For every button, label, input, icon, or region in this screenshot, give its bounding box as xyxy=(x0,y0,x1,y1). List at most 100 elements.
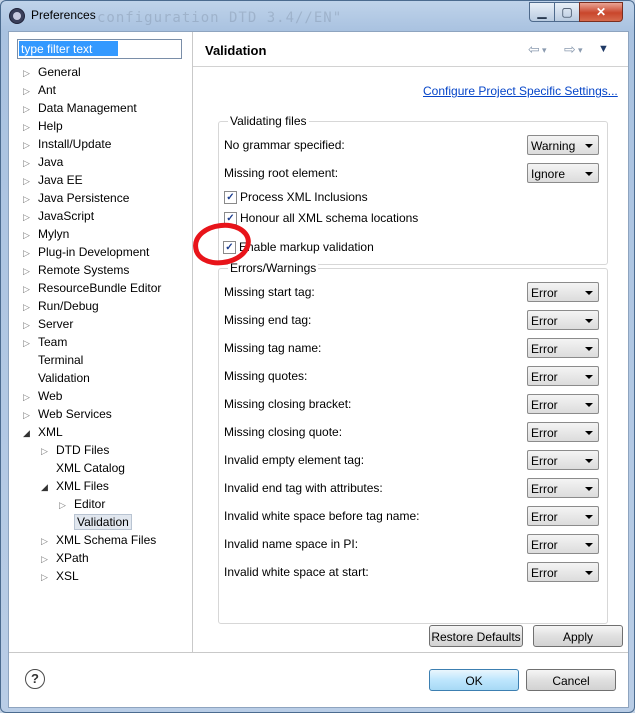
tree-item[interactable]: ▷ XSL xyxy=(41,568,79,585)
collapsed-icon[interactable]: ▷ xyxy=(23,101,34,118)
severity-dropdown[interactable]: Error xyxy=(527,422,599,442)
filter-field[interactable] xyxy=(17,39,182,59)
collapsed-icon[interactable]: ▷ xyxy=(23,173,34,190)
tree-item[interactable]: ▷ Install/Update xyxy=(23,136,111,153)
tree-item[interactable]: XML Catalog xyxy=(41,460,125,477)
severity-dropdown[interactable]: Error xyxy=(527,282,599,302)
collapsed-icon[interactable]: ▷ xyxy=(41,551,52,568)
tree-item[interactable]: ▷ JavaScript xyxy=(23,208,94,225)
tree-item-label: ResourceBundle Editor xyxy=(38,281,162,295)
minimize-icon: ▁ xyxy=(537,5,547,19)
severity-dropdown[interactable]: Error xyxy=(527,478,599,498)
tree-item[interactable]: ▷ Mylyn xyxy=(23,226,69,243)
tree-item[interactable]: Validation xyxy=(23,370,90,387)
tree-item-label: XPath xyxy=(56,551,89,565)
collapsed-icon[interactable]: ▷ xyxy=(41,569,52,586)
tree-item[interactable]: ▷ Java EE xyxy=(23,172,83,189)
title-bar[interactable]: Preferences configuration DTD 3.4//EN" ▁… xyxy=(1,1,634,31)
filter-input[interactable] xyxy=(19,41,118,56)
minimize-button[interactable]: ▁ xyxy=(529,2,555,22)
collapsed-icon[interactable]: ▷ xyxy=(23,335,34,352)
forward-dropdown-icon[interactable]: ▾ xyxy=(578,45,583,56)
collapsed-icon[interactable]: ▷ xyxy=(23,155,34,172)
collapsed-icon[interactable]: ▷ xyxy=(23,65,34,82)
tree-item[interactable]: ▷ General xyxy=(23,64,81,81)
apply-button[interactable]: Apply xyxy=(533,625,623,647)
setting-label: Invalid name space in PI: xyxy=(224,537,359,551)
forward-arrow-icon[interactable]: ⇨ xyxy=(564,41,576,58)
tree-item[interactable]: ▷ ResourceBundle Editor xyxy=(23,280,161,297)
maximize-button[interactable]: ▢ xyxy=(554,2,580,22)
back-arrow-icon[interactable]: ⇦ xyxy=(528,41,540,58)
tree-item[interactable]: ◢ XML Files xyxy=(41,478,109,495)
severity-dropdown[interactable]: Error xyxy=(527,450,599,470)
expanded-icon[interactable]: ◢ xyxy=(41,479,52,496)
tree-item-label: Web Services xyxy=(38,407,112,421)
tree-item[interactable]: Terminal xyxy=(23,352,83,369)
tree-item[interactable]: ▷ Data Management xyxy=(23,100,137,117)
window-title: Preferences xyxy=(31,8,96,22)
tree-item[interactable]: Validation xyxy=(59,514,132,531)
dialog-client: ▷ General ▷ Ant ▷ Data Management ▷ Help ▷ Instal… xyxy=(8,31,629,708)
collapsed-icon[interactable]: ▷ xyxy=(23,389,34,406)
configure-project-link[interactable]: Configure Project Specific Settings... xyxy=(423,84,618,98)
tree-item[interactable]: ▷ Team xyxy=(23,334,67,351)
severity-dropdown[interactable]: Error xyxy=(527,394,599,414)
tree-item[interactable]: ▷ Java xyxy=(23,154,63,171)
collapsed-icon[interactable]: ▷ xyxy=(23,407,34,424)
collapsed-icon[interactable]: ▷ xyxy=(23,83,34,100)
severity-dropdown[interactable]: Error xyxy=(527,534,599,554)
severity-dropdown[interactable]: Error xyxy=(527,506,599,526)
severity-dropdown[interactable]: Error xyxy=(527,338,599,358)
close-button[interactable]: ✕ xyxy=(579,2,623,22)
tree-item[interactable]: ▷ Help xyxy=(23,118,63,135)
view-menu-icon[interactable]: ▼ xyxy=(598,43,609,55)
expanded-icon[interactable]: ◢ xyxy=(23,425,34,442)
severity-dropdown[interactable]: Error xyxy=(527,366,599,386)
chevron-down-icon xyxy=(585,487,593,491)
tree-item[interactable]: ▷ XML Schema Files xyxy=(41,532,156,549)
tree-item[interactable]: ▷ XPath xyxy=(41,550,89,567)
collapsed-icon[interactable]: ▷ xyxy=(23,245,34,262)
collapsed-icon[interactable]: ▷ xyxy=(41,443,52,460)
collapsed-icon[interactable]: ▷ xyxy=(23,227,34,244)
tree-item[interactable]: ▷ Web xyxy=(23,388,62,405)
header-separator xyxy=(193,66,628,67)
chevron-down-icon xyxy=(585,144,593,148)
ok-button[interactable]: OK xyxy=(429,669,519,691)
tree-item[interactable]: ▷ Plug-in Development xyxy=(23,244,149,261)
cancel-button[interactable]: Cancel xyxy=(526,669,616,691)
tree-item[interactable]: ▷ Server xyxy=(23,316,73,333)
tree-item[interactable]: ▷ Remote Systems xyxy=(23,262,129,279)
setting-label: No grammar specified: xyxy=(224,138,345,152)
collapsed-icon[interactable]: ▷ xyxy=(23,281,34,298)
collapsed-icon[interactable]: ▷ xyxy=(23,263,34,280)
collapsed-icon[interactable]: ▷ xyxy=(59,497,70,514)
collapsed-icon[interactable]: ▷ xyxy=(23,209,34,226)
tree-item[interactable]: ▷ DTD Files xyxy=(41,442,109,459)
validation-page: Validation ⇦ ▾ ⇨ ▾ ▼ Configure Project S… xyxy=(193,32,628,652)
tree-item[interactable]: ▷ Ant xyxy=(23,82,56,99)
tree-item[interactable]: ◢ XML xyxy=(23,424,63,441)
background-ghost-text: configuration DTD 3.4//EN" xyxy=(97,10,343,26)
tree-item[interactable]: ▷ Editor xyxy=(59,496,105,513)
restore-defaults-button[interactable]: Restore Defaults xyxy=(429,625,523,647)
back-dropdown-icon[interactable]: ▾ xyxy=(542,45,547,56)
checkbox[interactable]: ✓ xyxy=(224,191,237,204)
tree-item[interactable]: ▷ Java Persistence xyxy=(23,190,129,207)
collapsed-icon[interactable]: ▷ xyxy=(23,317,34,334)
severity-dropdown[interactable]: Error xyxy=(527,562,599,582)
collapsed-icon[interactable]: ▷ xyxy=(23,299,34,316)
tree-item[interactable]: ▷ Run/Debug xyxy=(23,298,99,315)
tree-item[interactable]: ▷ Web Services xyxy=(23,406,112,423)
chevron-down-icon xyxy=(585,459,593,463)
severity-dropdown[interactable]: Warning xyxy=(527,135,599,155)
collapsed-icon[interactable]: ▷ xyxy=(23,137,34,154)
severity-dropdown[interactable]: Error xyxy=(527,310,599,330)
collapsed-icon[interactable]: ▷ xyxy=(23,119,34,136)
severity-dropdown[interactable]: Ignore xyxy=(527,163,599,183)
collapsed-icon[interactable]: ▷ xyxy=(23,191,34,208)
collapsed-icon[interactable]: ▷ xyxy=(41,533,52,550)
setting-label: Missing end tag: xyxy=(224,313,312,327)
help-icon[interactable]: ? xyxy=(25,669,45,689)
